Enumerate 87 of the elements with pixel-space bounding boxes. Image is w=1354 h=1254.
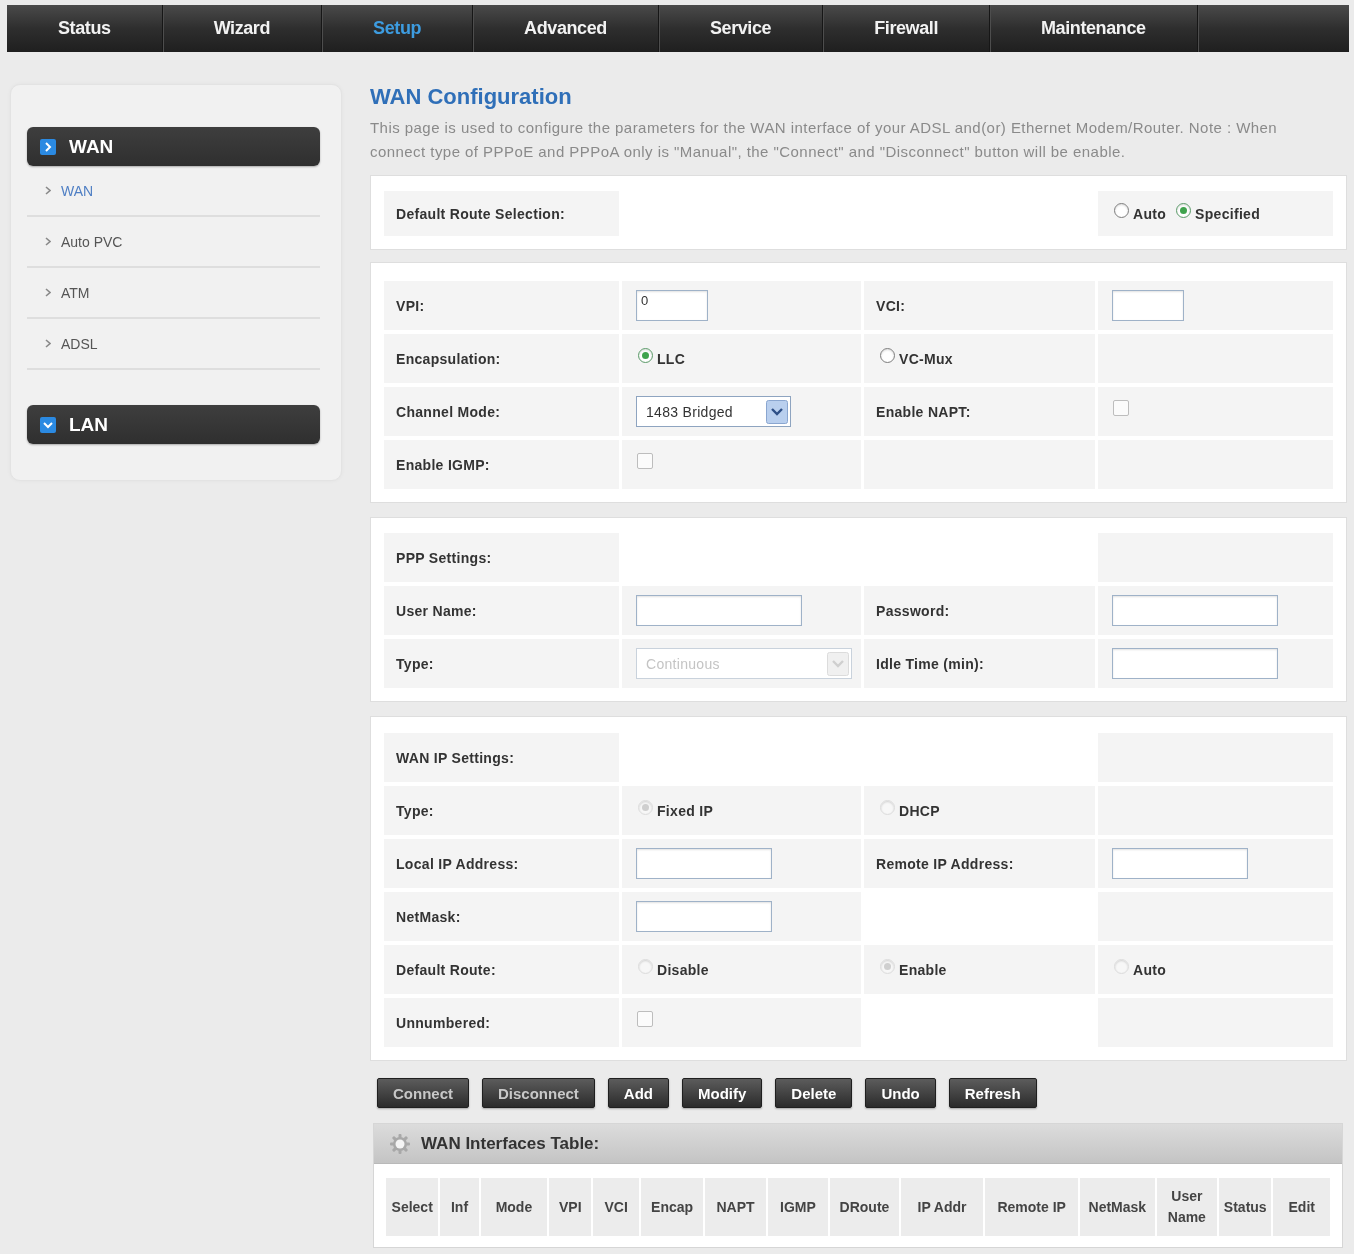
radio-label: Fixed IP (657, 802, 714, 819)
radio-label: LLC (657, 350, 686, 367)
radio-label: Disable (657, 961, 709, 978)
radio-label: Enable (899, 961, 947, 978)
chevron-right-icon (45, 186, 51, 195)
sidebar-item[interactable]: WAN (27, 166, 320, 217)
field-label: WAN IP Settings: (396, 749, 515, 766)
column-header: Remote IP (985, 1178, 1079, 1236)
sidebar-item[interactable]: Auto PVC (27, 217, 320, 268)
action-button[interactable]: Add (607, 1078, 670, 1108)
column-header: Mode (480, 1178, 548, 1236)
field-label: Idle Time (min): (876, 655, 984, 672)
sidebar-item[interactable]: ATM (27, 268, 320, 319)
radio-button[interactable] (880, 348, 895, 363)
field-label: VPI: (396, 297, 425, 314)
field-label: Enable NAPT: (876, 403, 971, 420)
chevron-down-icon (766, 399, 788, 424)
column-header: NetMask (1080, 1178, 1155, 1236)
chevron-right-icon (45, 288, 51, 297)
nav-tab[interactable]: Setup (322, 5, 474, 52)
field-label: Enable IGMP: (396, 456, 490, 473)
nav-tab[interactable]: Advanced (473, 5, 659, 52)
field-label: Type: (396, 802, 434, 819)
nav-tab[interactable]: Maintenance (990, 5, 1198, 52)
field-label: User Name: (396, 602, 477, 619)
field-label: Channel Mode: (396, 403, 501, 420)
column-header: Encap (640, 1178, 704, 1236)
action-button[interactable]: Modify (682, 1078, 763, 1108)
field-label: Unnumbered: (396, 1014, 491, 1031)
input-field[interactable] (636, 901, 772, 932)
field-label: Type: (396, 655, 434, 672)
field-label: VCI: (876, 297, 906, 314)
table-title: WAN Interfaces Table: (421, 1133, 600, 1154)
radio-label: Auto (1133, 205, 1167, 222)
radio-button[interactable] (1114, 203, 1129, 218)
column-header: VPI (549, 1178, 592, 1236)
menu-header[interactable]: LAN (27, 405, 320, 444)
input-field[interactable] (1112, 595, 1278, 626)
input-field[interactable] (636, 595, 802, 626)
column-header: Inf (440, 1178, 479, 1236)
sidebar-item[interactable]: ADSL (27, 319, 320, 370)
menu-header[interactable]: WAN (27, 127, 320, 166)
field-label: PPP Settings: (396, 549, 492, 566)
input-field[interactable] (1112, 848, 1248, 879)
column-header: User Name (1156, 1178, 1218, 1236)
column-header: Status (1219, 1178, 1272, 1236)
radio-label: Specified (1195, 205, 1261, 222)
column-header: IGMP (767, 1178, 829, 1236)
field-label: Encapsulation: (396, 350, 501, 367)
column-header: NAPT (705, 1178, 766, 1236)
column-header: VCI (593, 1178, 639, 1236)
input-field[interactable] (1112, 290, 1184, 321)
action-button[interactable]: Delete (775, 1078, 853, 1108)
checkbox[interactable] (637, 452, 653, 469)
checkbox[interactable] (637, 1010, 653, 1027)
input-field[interactable]: 0 (636, 290, 708, 321)
radio-label: DHCP (899, 802, 940, 819)
action-button[interactable]: Refresh (948, 1078, 1037, 1108)
field-label: Local IP Address: (396, 855, 519, 872)
field-label: Default Route Selection: (396, 205, 565, 222)
column-header: IP Addr (900, 1178, 984, 1236)
nav-tab[interactable]: Status (7, 5, 163, 52)
page-title: WAN Configuration (370, 84, 573, 110)
chevron-down-icon (827, 651, 849, 676)
column-header: Edit (1273, 1178, 1330, 1236)
nav-tab[interactable]: Firewall (823, 5, 990, 52)
field-label: Remote IP Address: (876, 855, 1014, 872)
radio-button[interactable] (638, 348, 653, 363)
select-field[interactable]: 1483 Bridged (636, 396, 791, 427)
nav-tab[interactable]: Wizard (162, 5, 323, 52)
chevron-right-icon (45, 339, 51, 348)
gear-icon (390, 1133, 410, 1154)
input-field[interactable] (636, 848, 772, 879)
field-label: NetMask: (396, 908, 461, 925)
field-label: Default Route: (396, 961, 496, 978)
nav-tab[interactable]: Service (658, 5, 824, 52)
radio-label: VC-Mux (899, 350, 953, 367)
page-description: This page is used to configure the parameters for the WAN interface of your ADSL and(or) Ethernet Modem/Router. Note : When connect type of PPPoE and PPPoA only is "Manual", the "Connect" and "Disconnect" button will be enable. (370, 118, 1279, 162)
column-header: DRoute (830, 1178, 899, 1236)
input-field[interactable] (1112, 648, 1278, 679)
radio-label: Auto (1133, 961, 1167, 978)
checkbox[interactable] (1113, 399, 1129, 416)
radio-button[interactable] (1176, 203, 1192, 218)
field-label: Password: (876, 602, 950, 619)
action-button[interactable]: Undo (865, 1078, 936, 1108)
chevron-right-icon (45, 237, 51, 246)
column-header: Select (386, 1178, 439, 1236)
